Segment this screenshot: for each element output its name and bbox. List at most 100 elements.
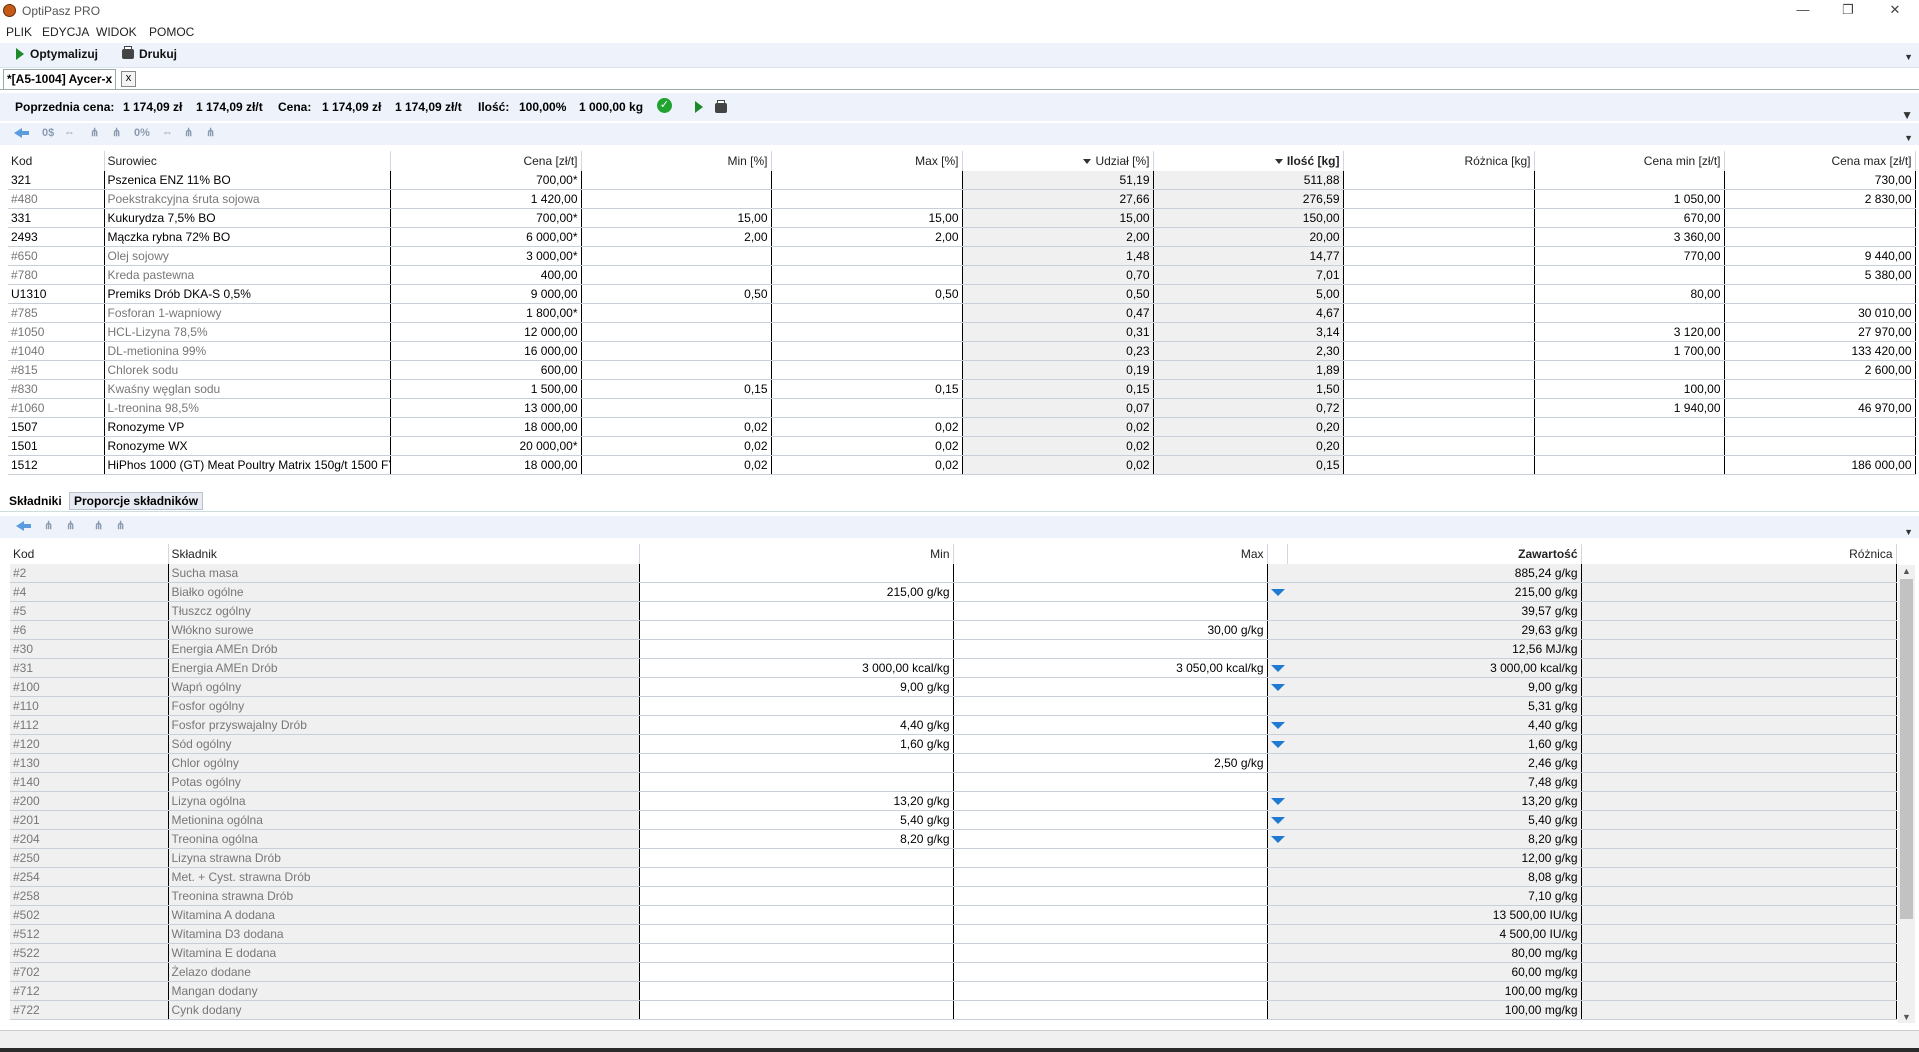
cell-cena[interactable]: 9 000,00	[390, 284, 582, 304]
swap-icon[interactable]: ⇔	[162, 127, 176, 139]
nutrient-toolbar-overflow-icon[interactable]: ▼	[1904, 527, 1913, 537]
cell-max[interactable]: 3 050,00 kcal/kg	[953, 658, 1268, 678]
table-row[interactable]: #780 Kreda pastewna 400,00 0,70 7,01 5 380,00	[8, 265, 1916, 285]
col-skladnik[interactable]: Składnik	[168, 544, 640, 564]
close-window-icon[interactable]: ✕	[1875, 0, 1915, 22]
table-row[interactable]: #31 Energia AMEn Drób 3 000,00 kcal/kg 3 05…	[10, 658, 1897, 678]
cell-min[interactable]: 0,15	[581, 379, 772, 399]
cell-max[interactable]	[953, 867, 1268, 887]
cell-max[interactable]	[771, 246, 963, 266]
table-row[interactable]: #6 Włókno surowe 30,00 g/kg 29,63 g/kg	[10, 620, 1897, 640]
cell-min[interactable]	[581, 398, 772, 418]
cell-max[interactable]	[953, 582, 1268, 602]
cell-min[interactable]: 8,20 g/kg	[639, 829, 954, 849]
cell-min[interactable]	[639, 772, 954, 792]
cell-min[interactable]	[639, 620, 954, 640]
cell-max[interactable]: 0,02	[771, 417, 963, 437]
table-row[interactable]: #722 Cynk dodany 100,00 mg/kg	[10, 1000, 1897, 1020]
cell-min[interactable]: 0,02	[581, 455, 772, 475]
cell-cena[interactable]: 700,00*	[390, 171, 582, 190]
cell-cena[interactable]: 600,00	[390, 360, 582, 380]
remove-max-icon[interactable]: ⋔	[66, 520, 80, 532]
cell-cena[interactable]: 18 000,00	[390, 417, 582, 437]
table-row[interactable]: #712 Mangan dodany 100,00 mg/kg	[10, 981, 1897, 1001]
table-row[interactable]: 2493 Mączka rybna 72% BO 6 000,00* 2,00 2,00…	[8, 227, 1916, 247]
col-cena-min[interactable]: Cena min [zł/t]	[1534, 151, 1725, 171]
cell-max[interactable]	[771, 398, 963, 418]
print-small-icon[interactable]	[715, 100, 732, 115]
table-row[interactable]: U1310 Premiks Drób DKA-S 0,5% 9 000,00 0,50…	[8, 284, 1916, 304]
cell-min[interactable]: 0,02	[581, 417, 772, 437]
cell-cena[interactable]: 20 000,00*	[390, 436, 582, 456]
cell-max[interactable]: 2,50 g/kg	[953, 753, 1268, 773]
col-min[interactable]: Min	[639, 544, 954, 564]
cell-cena[interactable]: 1 800,00*	[390, 303, 582, 323]
cell-cena[interactable]: 6 000,00*	[390, 227, 582, 247]
table-row[interactable]: #100 Wapń ogólny 9,00 g/kg 9,00 g/kg	[10, 677, 1897, 697]
table-row[interactable]: #650 Olej sojowy 3 000,00* 1,48 14,77 770,00 9…	[8, 246, 1916, 266]
cell-min[interactable]	[581, 360, 772, 380]
cell-max[interactable]	[953, 639, 1268, 659]
cell-max[interactable]	[771, 303, 963, 323]
clear-min-icon[interactable]: ⋔	[184, 127, 198, 139]
table-row[interactable]: #201 Metionina ogólna 5,40 g/kg 5,40 g/kg	[10, 810, 1897, 830]
table-row[interactable]: 321 Pszenica ENZ 11% BO 700,00* 51,19 511,88…	[8, 171, 1916, 190]
cell-min[interactable]	[639, 943, 954, 963]
col-kod[interactable]: Kod	[10, 544, 169, 564]
table-row[interactable]: #254 Met. + Cyst. strawna Drób 8,08 g/kg	[10, 867, 1897, 887]
raw-toolbar-overflow-icon[interactable]: ▼	[1904, 133, 1913, 143]
table-row[interactable]: #785 Fosforan 1-wapniowy 1 800,00* 0,47 4,67…	[8, 303, 1916, 323]
col-zawartosc[interactable]: Zawartość	[1287, 544, 1582, 564]
cell-min[interactable]	[639, 962, 954, 982]
cell-min[interactable]	[581, 246, 772, 266]
cell-min[interactable]: 0,50	[581, 284, 772, 304]
nutrients-scrollbar[interactable]: ▲ ▼	[1898, 565, 1915, 1023]
cell-max[interactable]	[953, 810, 1268, 830]
zero-percent-icon[interactable]: 0%	[134, 127, 150, 139]
table-row[interactable]: #140 Potas ogólny 7,48 g/kg	[10, 772, 1897, 792]
cell-min[interactable]: 15,00	[581, 208, 772, 228]
cell-min[interactable]	[581, 322, 772, 342]
cell-min[interactable]	[639, 848, 954, 868]
cell-min[interactable]: 215,00 g/kg	[639, 582, 954, 602]
cell-max[interactable]	[953, 772, 1268, 792]
cell-min[interactable]: 13,20 g/kg	[639, 791, 954, 811]
clear-max-icon[interactable]: ⋔	[116, 520, 130, 532]
table-row[interactable]: #1040 DL-metionina 99% 16 000,00 0,23 2,30 1 …	[8, 341, 1916, 361]
cell-max[interactable]	[771, 265, 963, 285]
cell-cena[interactable]: 400,00	[390, 265, 582, 285]
cell-cena[interactable]: 16 000,00	[390, 341, 582, 361]
table-row[interactable]: #4 Białko ogólne 215,00 g/kg 215,00 g/kg	[10, 582, 1897, 602]
cell-max[interactable]	[771, 341, 963, 361]
col-roznica[interactable]: Różnica	[1581, 544, 1897, 564]
scroll-down-icon[interactable]: ▼	[1902, 1012, 1911, 1022]
tab-proporcje[interactable]: Proporcje składników	[69, 492, 204, 510]
cell-max[interactable]	[953, 886, 1268, 906]
cell-min[interactable]: 9,00 g/kg	[639, 677, 954, 697]
table-row[interactable]: #120 Sód ogólny 1,60 g/kg 1,60 g/kg	[10, 734, 1897, 754]
cell-max[interactable]	[953, 715, 1268, 735]
cell-min[interactable]	[639, 1000, 954, 1020]
clear-min-icon[interactable]: ⋔	[94, 520, 108, 532]
cell-max[interactable]	[953, 696, 1268, 716]
table-row[interactable]: #112 Fosfor przyswajalny Drób 4,40 g/kg 4,4…	[10, 715, 1897, 735]
pricebar-overflow-icon[interactable]: ▼	[1901, 108, 1913, 122]
table-row[interactable]: #1050 HCL-Lizyna 78,5% 12 000,00 0,31 3,14 3 …	[8, 322, 1916, 342]
cell-max[interactable]	[771, 189, 963, 209]
cell-min[interactable]	[639, 753, 954, 773]
table-row[interactable]: #815 Chlorek sodu 600,00 0,19 1,89 2 600,00	[8, 360, 1916, 380]
remove-min-icon[interactable]: ⋔	[90, 127, 104, 139]
menu-plik[interactable]: PLIK	[6, 25, 32, 39]
cell-max[interactable]: 0,02	[771, 436, 963, 456]
table-row[interactable]: #830 Kwaśny węglan sodu 1 500,00 0,15 0,15 0,…	[8, 379, 1916, 399]
cell-max[interactable]	[953, 981, 1268, 1001]
cell-max[interactable]: 2,00	[771, 227, 963, 247]
cell-min[interactable]: 5,40 g/kg	[639, 810, 954, 830]
menu-edycja[interactable]: EDYCJA	[42, 25, 89, 39]
tab-skladniki[interactable]: Składniki	[5, 493, 66, 509]
cell-min[interactable]	[639, 601, 954, 621]
print-button[interactable]: Drukuj	[122, 46, 177, 61]
cell-max[interactable]	[953, 734, 1268, 754]
col-cena[interactable]: Cena [zł/t]	[390, 151, 582, 171]
table-row[interactable]: #522 Witamina E dodana 80,00 mg/kg	[10, 943, 1897, 963]
